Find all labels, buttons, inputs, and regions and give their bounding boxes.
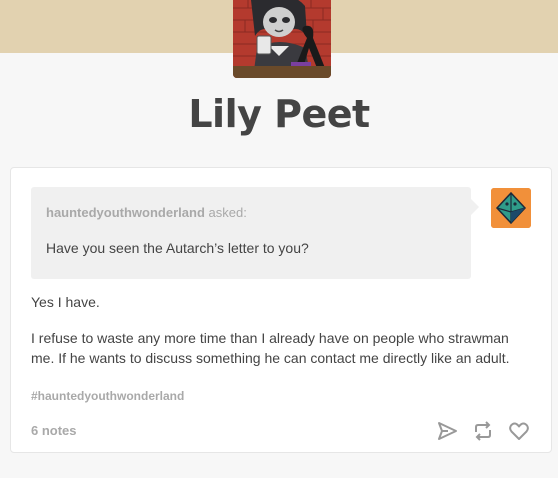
ask-question: Have you seen the Autarch’s letter to yo… [46, 240, 309, 256]
asker-line: hauntedyouthwonderland asked: [46, 205, 247, 220]
asker-avatar[interactable] [491, 188, 531, 228]
blog-avatar[interactable] [233, 0, 331, 78]
post-tag[interactable]: #hauntedyouthwonderland [31, 389, 184, 403]
answer-paragraph: Yes I have. [31, 294, 100, 310]
like-icon[interactable] [508, 420, 530, 442]
ask-bubble: hauntedyouthwonderland asked: Have you s… [31, 187, 479, 279]
blog-title[interactable]: Lily Peet [0, 92, 558, 136]
send-icon[interactable] [436, 420, 458, 442]
notes-count[interactable]: 6 notes [31, 423, 77, 438]
reblog-icon[interactable] [472, 420, 494, 442]
post-card: hauntedyouthwonderland asked: Have you s… [10, 167, 552, 453]
answer-paragraph: I refuse to waste any more time than I a… [31, 330, 510, 366]
asked-label: asked: [208, 205, 247, 220]
asker-name-link[interactable]: hauntedyouthwonderland [46, 205, 205, 220]
